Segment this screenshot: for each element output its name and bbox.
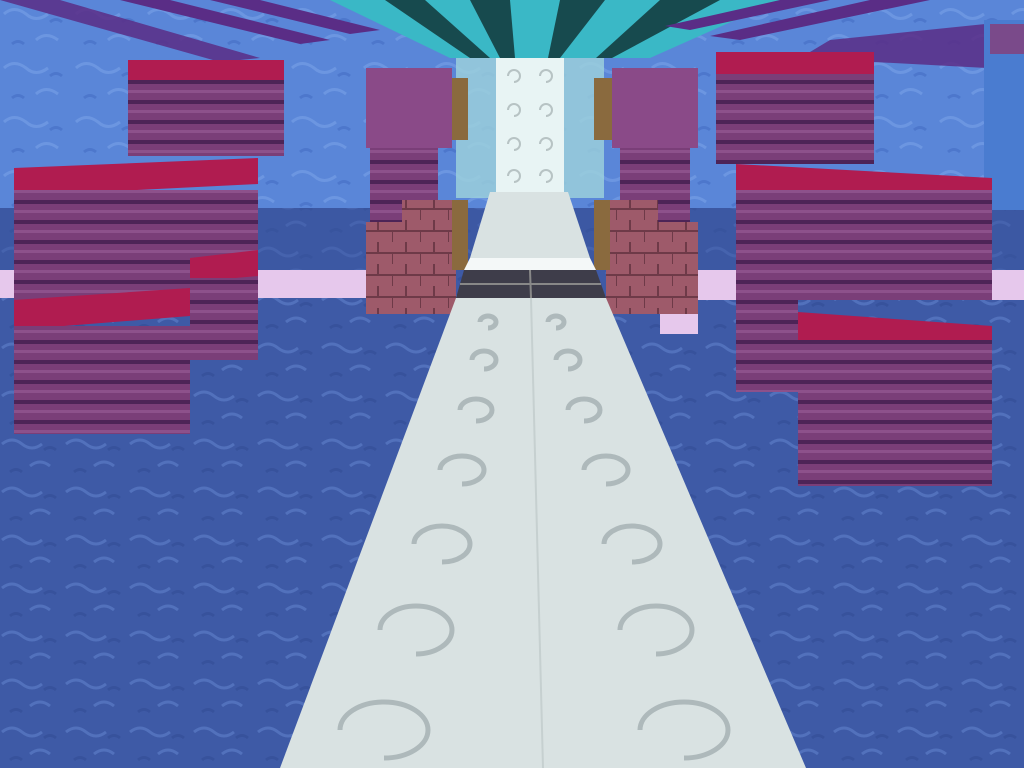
quartz-tower-block-1[interactable] [496, 58, 564, 94]
door-post-left [452, 200, 468, 270]
crimson-cap-back-left [128, 60, 284, 80]
brick-stack-right[interactable] [606, 222, 698, 314]
door-frame-left [450, 78, 468, 140]
quartz-tower-block-2[interactable] [496, 94, 564, 128]
pillar-body-right-lower[interactable] [798, 340, 992, 486]
pillar-body-left-side [190, 278, 258, 360]
pillar-body-left-lower[interactable] [14, 326, 190, 434]
path-light-strip [464, 258, 596, 270]
quartz-tower-block-3[interactable] [496, 128, 564, 160]
pillar-body-right-upper[interactable] [736, 190, 992, 300]
far-right-pillar-cap [990, 24, 1024, 54]
brick-stack-left[interactable] [366, 222, 456, 314]
pillar-body-right-side [736, 296, 798, 392]
door-post-right [594, 200, 610, 270]
glass-tower[interactable] [456, 58, 604, 198]
door-frame-right [594, 78, 612, 140]
quartz-tower-block-4[interactable] [496, 160, 564, 192]
game-scene[interactable] [0, 0, 1024, 768]
pillar-body-back-right [716, 74, 874, 164]
pillar-cap-right-inner [612, 68, 698, 148]
pillar-cap-left-inner [366, 68, 452, 148]
pillar-body-back-left [128, 80, 284, 156]
crimson-cap-back-right [716, 52, 874, 74]
